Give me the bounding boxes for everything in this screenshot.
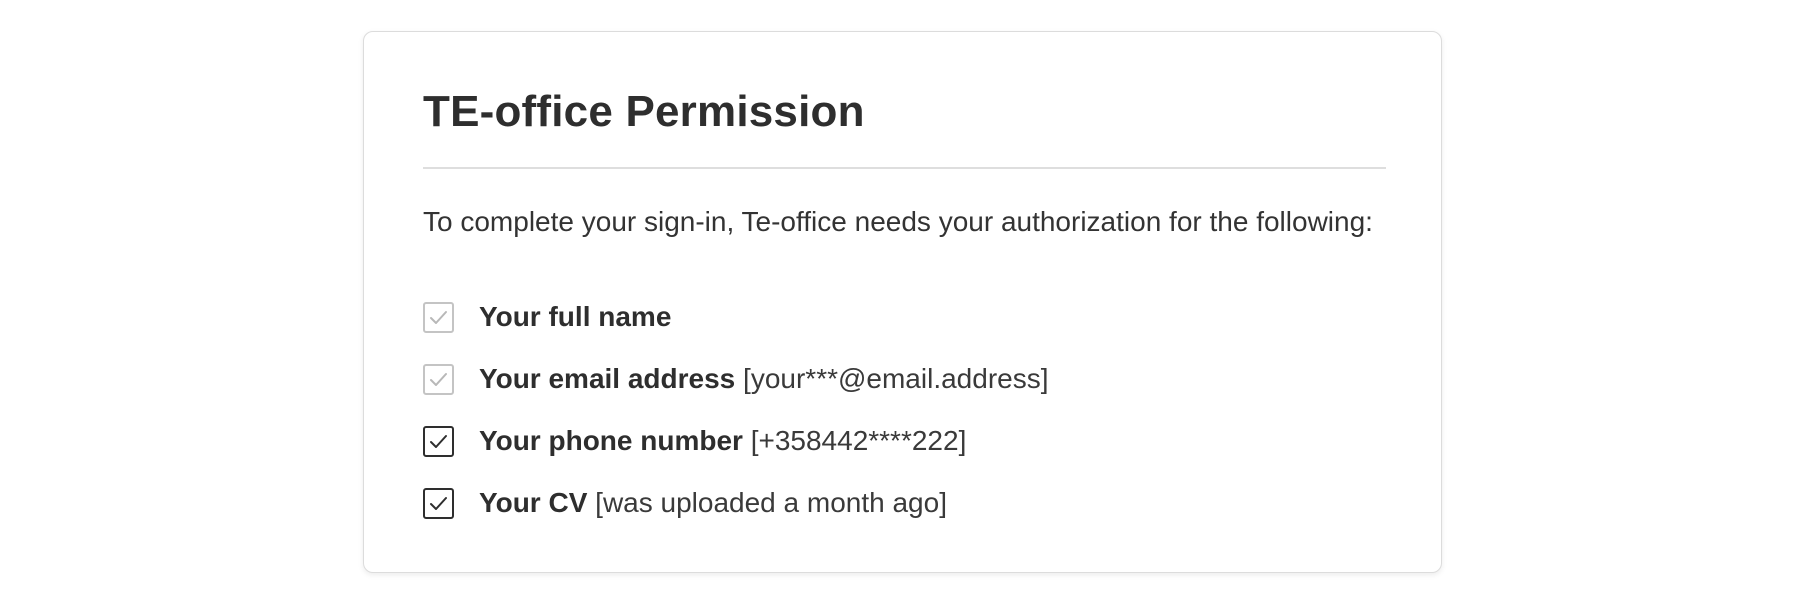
permission-item-phone[interactable]: Your phone number [+358442****222]	[423, 410, 1049, 472]
permission-text: Your full name	[479, 303, 671, 331]
phone-checkbox[interactable]	[423, 425, 454, 457]
permission-item-cv[interactable]: Your CV [was uploaded a month ago]	[423, 472, 1049, 534]
permission-label: Your CV	[479, 487, 588, 518]
checkmark-icon	[430, 372, 447, 386]
permission-detail: [your***@email.address]	[743, 363, 1049, 394]
permission-card: TE-office Permission To complete your si…	[363, 31, 1442, 573]
permission-detail: [was uploaded a month ago]	[595, 487, 947, 518]
full-name-checkbox	[423, 301, 454, 333]
permission-text: Your email address [your***@email.addres…	[479, 365, 1049, 393]
checkmark-icon	[430, 310, 447, 324]
permission-text: Your phone number [+358442****222]	[479, 427, 966, 455]
email-checkbox	[423, 363, 454, 395]
cv-checkbox[interactable]	[423, 487, 454, 519]
permission-item-email: Your email address [your***@email.addres…	[423, 348, 1049, 410]
checkmark-icon	[430, 434, 447, 448]
permission-detail: [+358442****222]	[750, 425, 967, 456]
divider	[423, 167, 1386, 169]
permission-label: Your email address	[479, 363, 736, 394]
checkmark-icon	[430, 496, 447, 510]
page-title: TE-office Permission	[423, 87, 865, 136]
permission-item-full-name: Your full name	[423, 286, 1049, 348]
permission-label: Your phone number	[479, 425, 743, 456]
permission-list: Your full name Your email address [your*…	[423, 286, 1049, 534]
permission-label: Your full name	[479, 301, 672, 332]
permission-text: Your CV [was uploaded a month ago]	[479, 489, 947, 517]
intro-text: To complete your sign-in, Te-office need…	[423, 206, 1373, 237]
